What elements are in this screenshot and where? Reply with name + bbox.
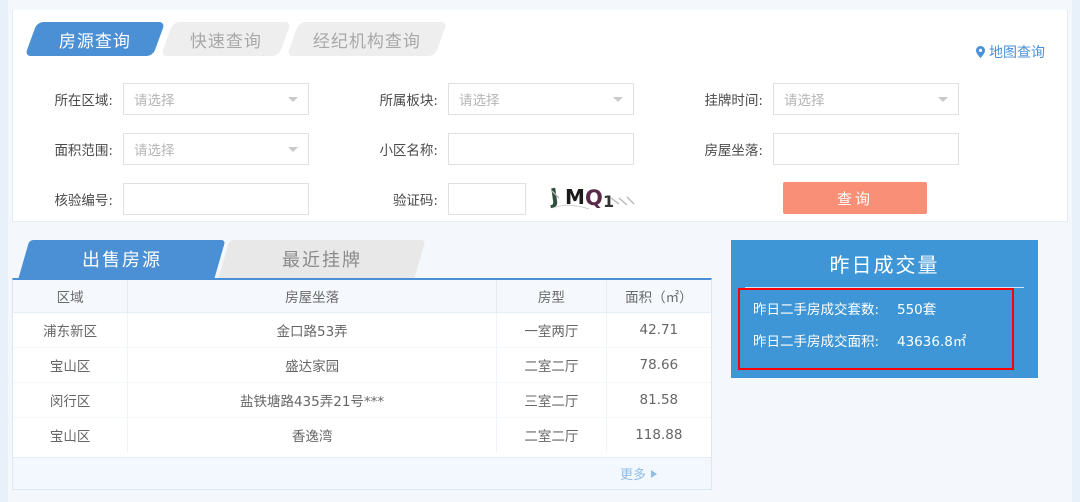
map-search-link[interactable]: 地图查询 xyxy=(976,42,1045,62)
tab-quick-search[interactable]: 快速查询 xyxy=(161,22,291,56)
plate-select[interactable]: 请选择 xyxy=(448,83,634,115)
field-area-range-label: 面积范围: xyxy=(43,139,113,159)
field-area-range: 面积范围: 请选择 xyxy=(43,132,309,166)
listing-footer: 更多 xyxy=(13,457,711,489)
tab-recent-listings-label: 最近挂牌 xyxy=(282,246,362,272)
cell-type: 一室两厅 xyxy=(497,312,607,347)
form-row-1: 所在区域: 请选择 所属板块: 请选择 挂牌时间: 请选择 xyxy=(13,76,1067,126)
tab-agency-search[interactable]: 经纪机构查询 xyxy=(287,22,447,56)
tab-quick-search-label: 快速查询 xyxy=(190,27,262,52)
tab-property-search-label: 房源查询 xyxy=(59,27,131,52)
table-header-row: 区域 房屋坐落 房型 面积（㎡） xyxy=(13,280,711,312)
column-header-area: 区域 xyxy=(13,280,128,312)
field-verify-no-label: 核验编号: xyxy=(43,189,113,209)
cell-size: 78.66 xyxy=(606,347,711,382)
field-district-label: 所在区域: xyxy=(43,89,113,109)
column-header-address: 房屋坐落 xyxy=(128,280,497,312)
listing-table: 区域 房屋坐落 房型 面积（㎡） 浦东新区 金口路53弄 一室两厅 42.71 … xyxy=(13,280,711,452)
cell-size: 118.88 xyxy=(606,417,711,452)
field-listing-time: 挂牌时间: 请选择 xyxy=(693,82,959,116)
cell-address: 盐铁塘路435弄21号*** xyxy=(128,382,497,417)
field-address: 房屋坐落: xyxy=(693,132,959,166)
cell-area: 宝山区 xyxy=(13,347,128,382)
cell-size: 81.58 xyxy=(606,382,711,417)
stats-rows: 昨日二手房成交套数: 550套 昨日二手房成交面积: 43636.8㎡ xyxy=(753,298,966,362)
field-community-label: 小区名称: xyxy=(368,139,438,159)
cell-type: 二室二厅 xyxy=(497,417,607,452)
field-plate-label: 所属板块: xyxy=(368,89,438,109)
field-address-label: 房屋坐落: xyxy=(693,139,763,159)
arrow-right-icon xyxy=(651,470,657,478)
tab-for-sale-listings[interactable]: 出售房源 xyxy=(19,240,226,278)
chevron-down-icon xyxy=(288,97,298,102)
cell-address: 盛达家园 xyxy=(128,347,497,382)
chevron-down-icon xyxy=(288,147,298,152)
address-input[interactable] xyxy=(773,133,959,165)
district-select[interactable]: 请选择 xyxy=(123,83,309,115)
table-row[interactable]: 浦东新区 金口路53弄 一室两厅 42.71 xyxy=(13,312,711,347)
stats-row-deal-count: 昨日二手房成交套数: 550套 xyxy=(753,298,966,330)
tab-agency-search-label: 经纪机构查询 xyxy=(313,27,421,52)
field-community: 小区名称: xyxy=(368,132,634,166)
stats-deal-count-label: 昨日二手房成交套数: xyxy=(753,298,885,318)
stats-deal-area-value: 43636.8㎡ xyxy=(897,330,966,350)
cell-address: 金口路53弄 xyxy=(128,312,497,347)
column-header-type: 房型 xyxy=(497,280,607,312)
field-plate: 所属板块: 请选择 xyxy=(368,82,634,116)
more-link[interactable]: 更多 xyxy=(620,464,657,483)
cell-address: 香逸湾 xyxy=(128,417,497,452)
chevron-down-icon xyxy=(613,97,623,102)
district-select-value: 请选择 xyxy=(134,89,175,109)
area-range-select-value: 请选择 xyxy=(134,139,175,159)
stats-deal-count-value: 550套 xyxy=(897,298,936,318)
field-verify-no: 核验编号: xyxy=(43,182,309,216)
listing-table-head: 区域 房屋坐落 房型 面积（㎡） xyxy=(13,280,711,312)
area-range-select[interactable]: 请选择 xyxy=(123,133,309,165)
captcha-image[interactable]: J M Q 1 xyxy=(549,178,645,212)
tab-recent-listings[interactable]: 最近挂牌 xyxy=(219,240,426,278)
svg-text:Q: Q xyxy=(585,186,603,210)
table-row[interactable]: 宝山区 盛达家园 二室二厅 78.66 xyxy=(13,347,711,382)
captcha-input[interactable] xyxy=(448,183,526,215)
field-captcha-label: 验证码: xyxy=(368,189,438,209)
listing-table-container: 区域 房屋坐落 房型 面积（㎡） 浦东新区 金口路53弄 一室两厅 42.71 … xyxy=(12,278,712,490)
column-header-size: 面积（㎡） xyxy=(606,280,711,312)
more-link-label: 更多 xyxy=(620,464,646,483)
field-listing-time-label: 挂牌时间: xyxy=(693,89,763,109)
tab-property-search[interactable]: 房源查询 xyxy=(25,22,165,56)
cell-type: 三室二厅 xyxy=(497,382,607,417)
cell-area: 闵行区 xyxy=(13,382,128,417)
search-card: 房源查询 快速查询 经纪机构查询 地图查询 所在区域: 请选择 xyxy=(12,10,1068,222)
field-district: 所在区域: 请选择 xyxy=(43,82,309,116)
chevron-down-icon xyxy=(938,97,948,102)
listing-time-select-value: 请选择 xyxy=(784,89,825,109)
form-row-2: 面积范围: 请选择 小区名称: 房屋坐落: xyxy=(13,126,1067,176)
listing-table-body: 浦东新区 金口路53弄 一室两厅 42.71 宝山区 盛达家园 二室二厅 78.… xyxy=(13,312,711,452)
map-search-label: 地图查询 xyxy=(989,42,1045,62)
stats-divider xyxy=(745,287,1024,288)
listing-panel: 出售房源 最近挂牌 区域 房屋坐落 房型 面积（㎡） 浦东新区 金口路53弄 一… xyxy=(12,240,712,490)
listing-time-select[interactable]: 请选择 xyxy=(773,83,959,115)
tab-for-sale-listings-label: 出售房源 xyxy=(82,246,162,272)
stats-row-deal-area: 昨日二手房成交面积: 43636.8㎡ xyxy=(753,330,966,362)
stats-deal-area-label: 昨日二手房成交面积: xyxy=(753,330,885,350)
cell-area: 宝山区 xyxy=(13,417,128,452)
cell-type: 二室二厅 xyxy=(497,347,607,382)
field-captcha: 验证码: xyxy=(368,182,526,216)
cell-size: 42.71 xyxy=(606,312,711,347)
yesterday-transactions-panel: 昨日成交量 昨日二手房成交套数: 550套 昨日二手房成交面积: 43636.8… xyxy=(731,240,1038,378)
table-row[interactable]: 闵行区 盐铁塘路435弄21号*** 三室二厅 81.58 xyxy=(13,382,711,417)
community-input[interactable] xyxy=(448,133,634,165)
plate-select-value: 请选择 xyxy=(459,89,500,109)
svg-text:1: 1 xyxy=(603,192,614,211)
map-pin-icon xyxy=(976,46,985,58)
search-submit-button[interactable]: 查询 xyxy=(783,182,927,214)
table-row[interactable]: 宝山区 香逸湾 二室二厅 118.88 xyxy=(13,417,711,452)
cell-area: 浦东新区 xyxy=(13,312,128,347)
verify-no-input[interactable] xyxy=(123,183,309,215)
stats-panel-title: 昨日成交量 xyxy=(731,240,1038,278)
